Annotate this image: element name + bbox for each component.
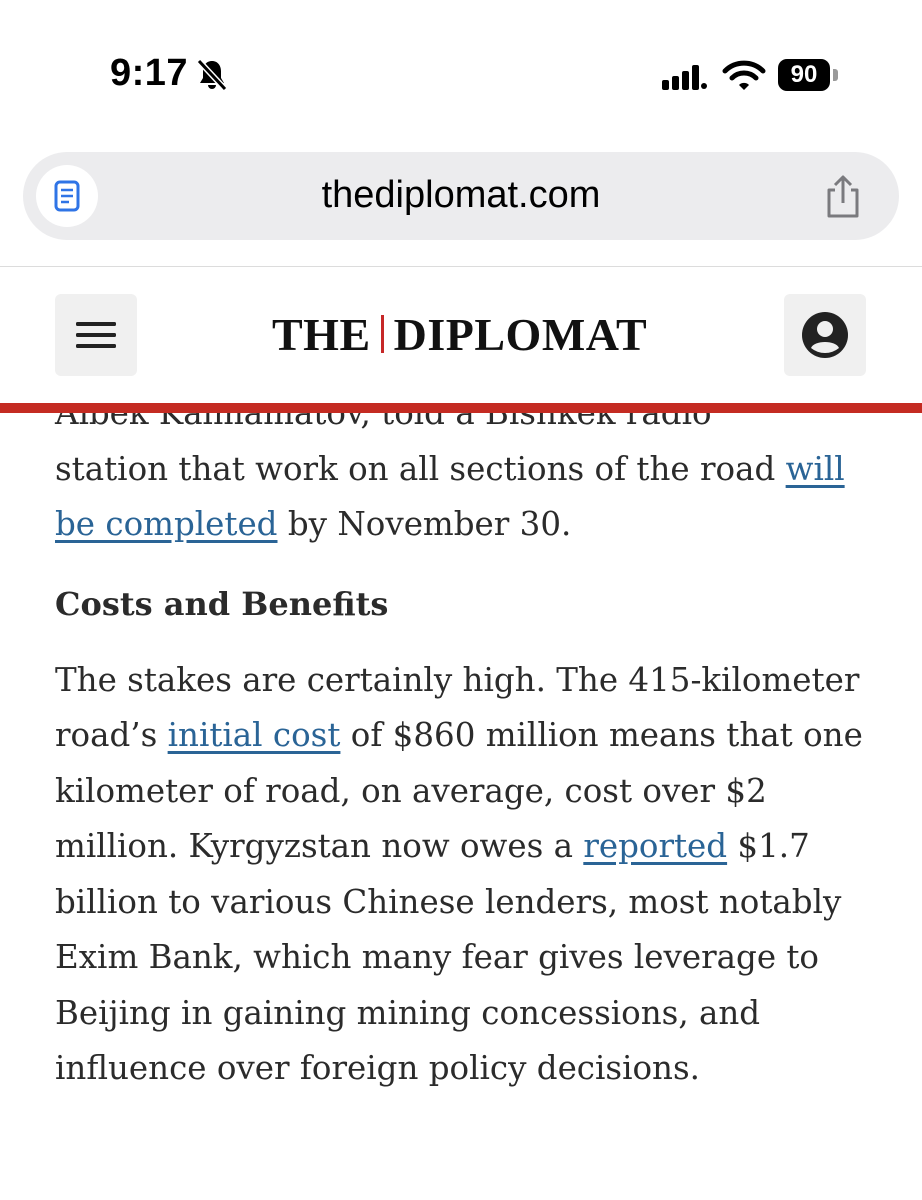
menu-button[interactable] (55, 294, 137, 376)
bell-slash-icon (196, 58, 228, 92)
battery-level: 90 (790, 61, 818, 88)
article-paragraph: The stakes are certainly high. The 415-k… (55, 653, 885, 1097)
article-paragraph: Aibek Kalmamatov, told a Bishkek radio s… (55, 394, 885, 553)
paragraph-text: station that work on all sections of the… (55, 449, 776, 488)
site-logo[interactable]: THE DIPLOMAT (272, 306, 647, 362)
divider (0, 266, 922, 267)
account-button[interactable] (784, 294, 866, 376)
status-time: 9:17 (110, 52, 189, 94)
address-bar[interactable]: thediplomat.com (23, 152, 899, 240)
account-icon (802, 312, 848, 358)
logo-diplomat: DIPLOMAT (393, 308, 648, 360)
reader-mode-icon (54, 180, 80, 212)
paragraph-text-tail: by November 30. (277, 505, 572, 543)
hamburger-menu-icon (76, 322, 116, 348)
link-reported[interactable]: reported (583, 827, 727, 865)
share-icon[interactable] (821, 174, 865, 220)
logo-separator (380, 315, 384, 353)
paragraph-text: $1.7 billion to various Chinese lenders,… (55, 827, 842, 1087)
url-text[interactable]: thediplomat.com (23, 152, 899, 240)
reader-mode-button[interactable] (36, 165, 98, 227)
header-accent-rule (0, 403, 922, 413)
wifi-icon (722, 60, 766, 90)
article-body: Aibek Kalmamatov, told a Bishkek radio s… (55, 394, 885, 1097)
cellular-signal-icon (662, 65, 707, 90)
link-initial-cost[interactable]: initial cost (168, 716, 341, 754)
battery-icon: 90 (778, 59, 830, 91)
battery-tip (833, 69, 838, 81)
section-heading: Costs and Benefits (55, 584, 389, 623)
top-chrome: 9:17 90 thediplomat.com THE DIPLOMAT (0, 0, 922, 420)
logo-the: THE (272, 308, 371, 360)
status-bar: 9:17 90 (0, 0, 922, 150)
